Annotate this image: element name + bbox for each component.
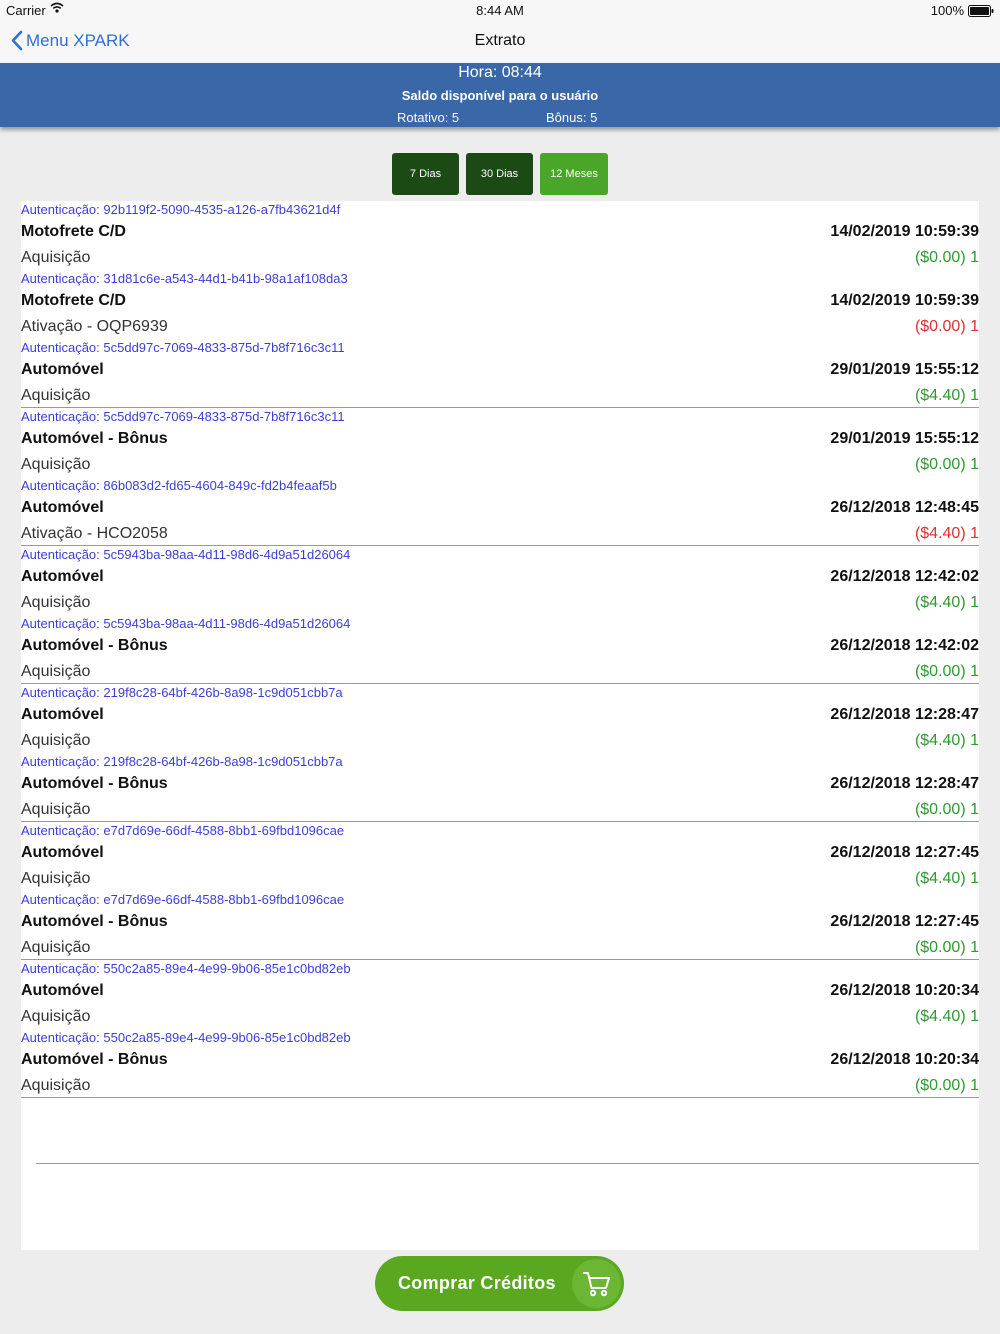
auth-code: Autenticação: 31d81c6e-a543-44d1-b41b-98… bbox=[21, 271, 348, 286]
item-amount: ($4.40) 1 bbox=[914, 525, 979, 542]
item-datetime: 26/12/2018 10:20:34 bbox=[830, 1051, 979, 1068]
auth-code: Autenticação: 5c5dd97c-7069-4833-875d-7b… bbox=[21, 340, 345, 355]
buy-credits-label: Comprar Créditos bbox=[398, 1273, 556, 1293]
item-description: Aquisição bbox=[21, 1077, 91, 1094]
auth-code: Autenticação: 219f8c28-64bf-426b-8a98-1c… bbox=[21, 754, 343, 769]
item-name: Automóvel - Bônus bbox=[21, 1051, 168, 1068]
cart-icon bbox=[572, 1259, 621, 1308]
item-amount: ($0.00) 1 bbox=[914, 456, 979, 473]
item-datetime: 26/12/2018 12:27:45 bbox=[830, 913, 979, 930]
item-name: Automóvel bbox=[21, 361, 104, 378]
list-item: Autenticação: 219f8c28-64bf-426b-8a98-1c… bbox=[21, 753, 979, 822]
item-amount: ($4.40) 1 bbox=[914, 732, 979, 749]
item-description: Aquisição bbox=[21, 456, 91, 473]
rotativo-balance: Rotativo: 5 bbox=[397, 110, 460, 125]
balance-title: Saldo disponível para o usuário bbox=[401, 88, 599, 103]
item-description: Ativação - HCO2058 bbox=[21, 525, 168, 542]
item-description: Aquisição bbox=[21, 663, 91, 680]
item-description: Aquisição bbox=[21, 249, 91, 266]
filter-12-months-button[interactable]: 12 Meses bbox=[540, 153, 608, 195]
auth-code: Autenticação: e7d7d69e-66df-4588-8bb1-69… bbox=[21, 892, 345, 907]
current-time: Hora: 08:44 bbox=[458, 64, 542, 81]
item-name: Motofrete C/D bbox=[21, 292, 126, 309]
item-name: Automóvel bbox=[21, 844, 104, 861]
status-bar: Carrier 8:44 AM 100% bbox=[0, 0, 1000, 22]
auth-code: Autenticação: 92b119f2-5090-4535-a126-a7… bbox=[21, 202, 341, 217]
navigation-bar: Menu XPARK Extrato bbox=[0, 22, 1000, 63]
filter-30-days-button[interactable]: 30 Dias bbox=[466, 153, 533, 195]
item-name: Automóvel bbox=[21, 568, 104, 585]
auth-code: Autenticação: 219f8c28-64bf-426b-8a98-1c… bbox=[21, 685, 343, 700]
item-name: Motofrete C/D bbox=[21, 223, 126, 240]
item-amount: ($4.40) 1 bbox=[914, 1008, 979, 1025]
item-amount: ($4.40) 1 bbox=[914, 594, 979, 611]
item-amount: ($4.40) 1 bbox=[914, 870, 979, 887]
item-datetime: 14/02/2019 10:59:39 bbox=[830, 292, 979, 309]
list-item: Autenticação: 92b119f2-5090-4535-a126-a7… bbox=[21, 201, 979, 270]
battery-percentage: 100% bbox=[930, 3, 964, 18]
item-amount: ($4.40) 1 bbox=[914, 387, 979, 404]
item-datetime: 26/12/2018 12:42:02 bbox=[830, 568, 979, 585]
auth-code: Autenticação: 5c5943ba-98aa-4d11-98d6-4d… bbox=[21, 547, 351, 562]
item-description: Aquisição bbox=[21, 594, 91, 611]
item-description: Ativação - OQP6939 bbox=[21, 318, 168, 335]
item-datetime: 26/12/2018 12:28:47 bbox=[830, 706, 979, 723]
buy-credits-button[interactable]: Comprar Créditos bbox=[375, 1256, 624, 1311]
item-name: Automóvel - Bônus bbox=[21, 430, 168, 447]
item-datetime: 26/12/2018 12:48:45 bbox=[830, 499, 979, 516]
bonus-balance: Bônus: 5 bbox=[546, 110, 598, 125]
item-datetime: 29/01/2019 15:55:12 bbox=[830, 361, 979, 378]
item-name: Automóvel bbox=[21, 499, 104, 516]
list-item: Autenticação: 5c5943ba-98aa-4d11-98d6-4d… bbox=[21, 546, 979, 615]
auth-code: Autenticação: 550c2a85-89e4-4e99-9b06-85… bbox=[21, 961, 351, 976]
status-time: 8:44 AM bbox=[476, 3, 524, 18]
item-datetime: 26/12/2018 12:42:02 bbox=[830, 637, 979, 654]
item-amount: ($0.00) 1 bbox=[914, 939, 979, 956]
list-item: Autenticação: 5c5943ba-98aa-4d11-98d6-4d… bbox=[21, 615, 979, 684]
item-datetime: 14/02/2019 10:59:39 bbox=[830, 223, 979, 240]
item-amount: ($0.00) 1 bbox=[914, 801, 979, 818]
item-name: Automóvel - Bônus bbox=[21, 913, 168, 930]
item-amount: ($0.00) 1 bbox=[914, 1077, 979, 1094]
item-name: Automóvel bbox=[21, 982, 104, 999]
item-datetime: 29/01/2019 15:55:12 bbox=[830, 430, 979, 447]
item-description: Aquisição bbox=[21, 870, 91, 887]
item-description: Aquisição bbox=[21, 732, 91, 749]
item-datetime: 26/12/2018 10:20:34 bbox=[830, 982, 979, 999]
list-item: Autenticação: 5c5dd97c-7069-4833-875d-7b… bbox=[21, 339, 979, 408]
item-datetime: 26/12/2018 12:27:45 bbox=[830, 844, 979, 861]
item-name: Automóvel bbox=[21, 706, 104, 723]
list-item: Autenticação: 550c2a85-89e4-4e99-9b06-85… bbox=[21, 1029, 979, 1098]
auth-code: Autenticação: 5c5943ba-98aa-4d11-98d6-4d… bbox=[21, 616, 351, 631]
filter-7-days-button[interactable]: 7 Dias bbox=[392, 153, 459, 195]
list-item: Autenticação: 31d81c6e-a543-44d1-b41b-98… bbox=[21, 270, 979, 339]
item-name: Automóvel - Bônus bbox=[21, 637, 168, 654]
list-item: Autenticação: 86b083d2-fd65-4604-849c-fd… bbox=[21, 477, 979, 546]
battery-icon bbox=[968, 5, 994, 17]
list-bottom-divider bbox=[36, 1163, 979, 1164]
auth-code: Autenticação: 86b083d2-fd65-4604-849c-fd… bbox=[21, 478, 337, 493]
balance-header: Hora: 08:44 Saldo disponível para o usuá… bbox=[0, 63, 1000, 127]
item-amount: ($0.00) 1 bbox=[914, 663, 979, 680]
auth-code: Autenticação: 550c2a85-89e4-4e99-9b06-85… bbox=[21, 1030, 351, 1045]
page-title: Extrato bbox=[474, 32, 526, 49]
item-amount: ($0.00) 1 bbox=[914, 318, 979, 335]
item-name: Automóvel - Bônus bbox=[21, 775, 168, 792]
list-item: Autenticação: 5c5dd97c-7069-4833-875d-7b… bbox=[21, 408, 979, 477]
list-item: Autenticação: 550c2a85-89e4-4e99-9b06-85… bbox=[21, 960, 979, 1029]
auth-code: Autenticação: 5c5dd97c-7069-4833-875d-7b… bbox=[21, 409, 345, 424]
list-item: Autenticação: 219f8c28-64bf-426b-8a98-1c… bbox=[21, 684, 979, 753]
item-datetime: 26/12/2018 12:28:47 bbox=[830, 775, 979, 792]
auth-code: Autenticação: e7d7d69e-66df-4588-8bb1-69… bbox=[21, 823, 345, 838]
item-description: Aquisição bbox=[21, 801, 91, 818]
balance-values: Rotativo: 5 Bônus: 5 bbox=[0, 107, 1000, 127]
item-description: Aquisição bbox=[21, 1008, 91, 1025]
item-description: Aquisição bbox=[21, 387, 91, 404]
list-item: Autenticação: e7d7d69e-66df-4588-8bb1-69… bbox=[21, 891, 979, 960]
statement-list[interactable]: Autenticação: 92b119f2-5090-4535-a126-a7… bbox=[21, 201, 979, 1250]
period-filters: 7 Dias 30 Dias 12 Meses bbox=[392, 153, 615, 195]
list-item: Autenticação: e7d7d69e-66df-4588-8bb1-69… bbox=[21, 822, 979, 891]
item-description: Aquisição bbox=[21, 939, 91, 956]
item-amount: ($0.00) 1 bbox=[914, 249, 979, 266]
